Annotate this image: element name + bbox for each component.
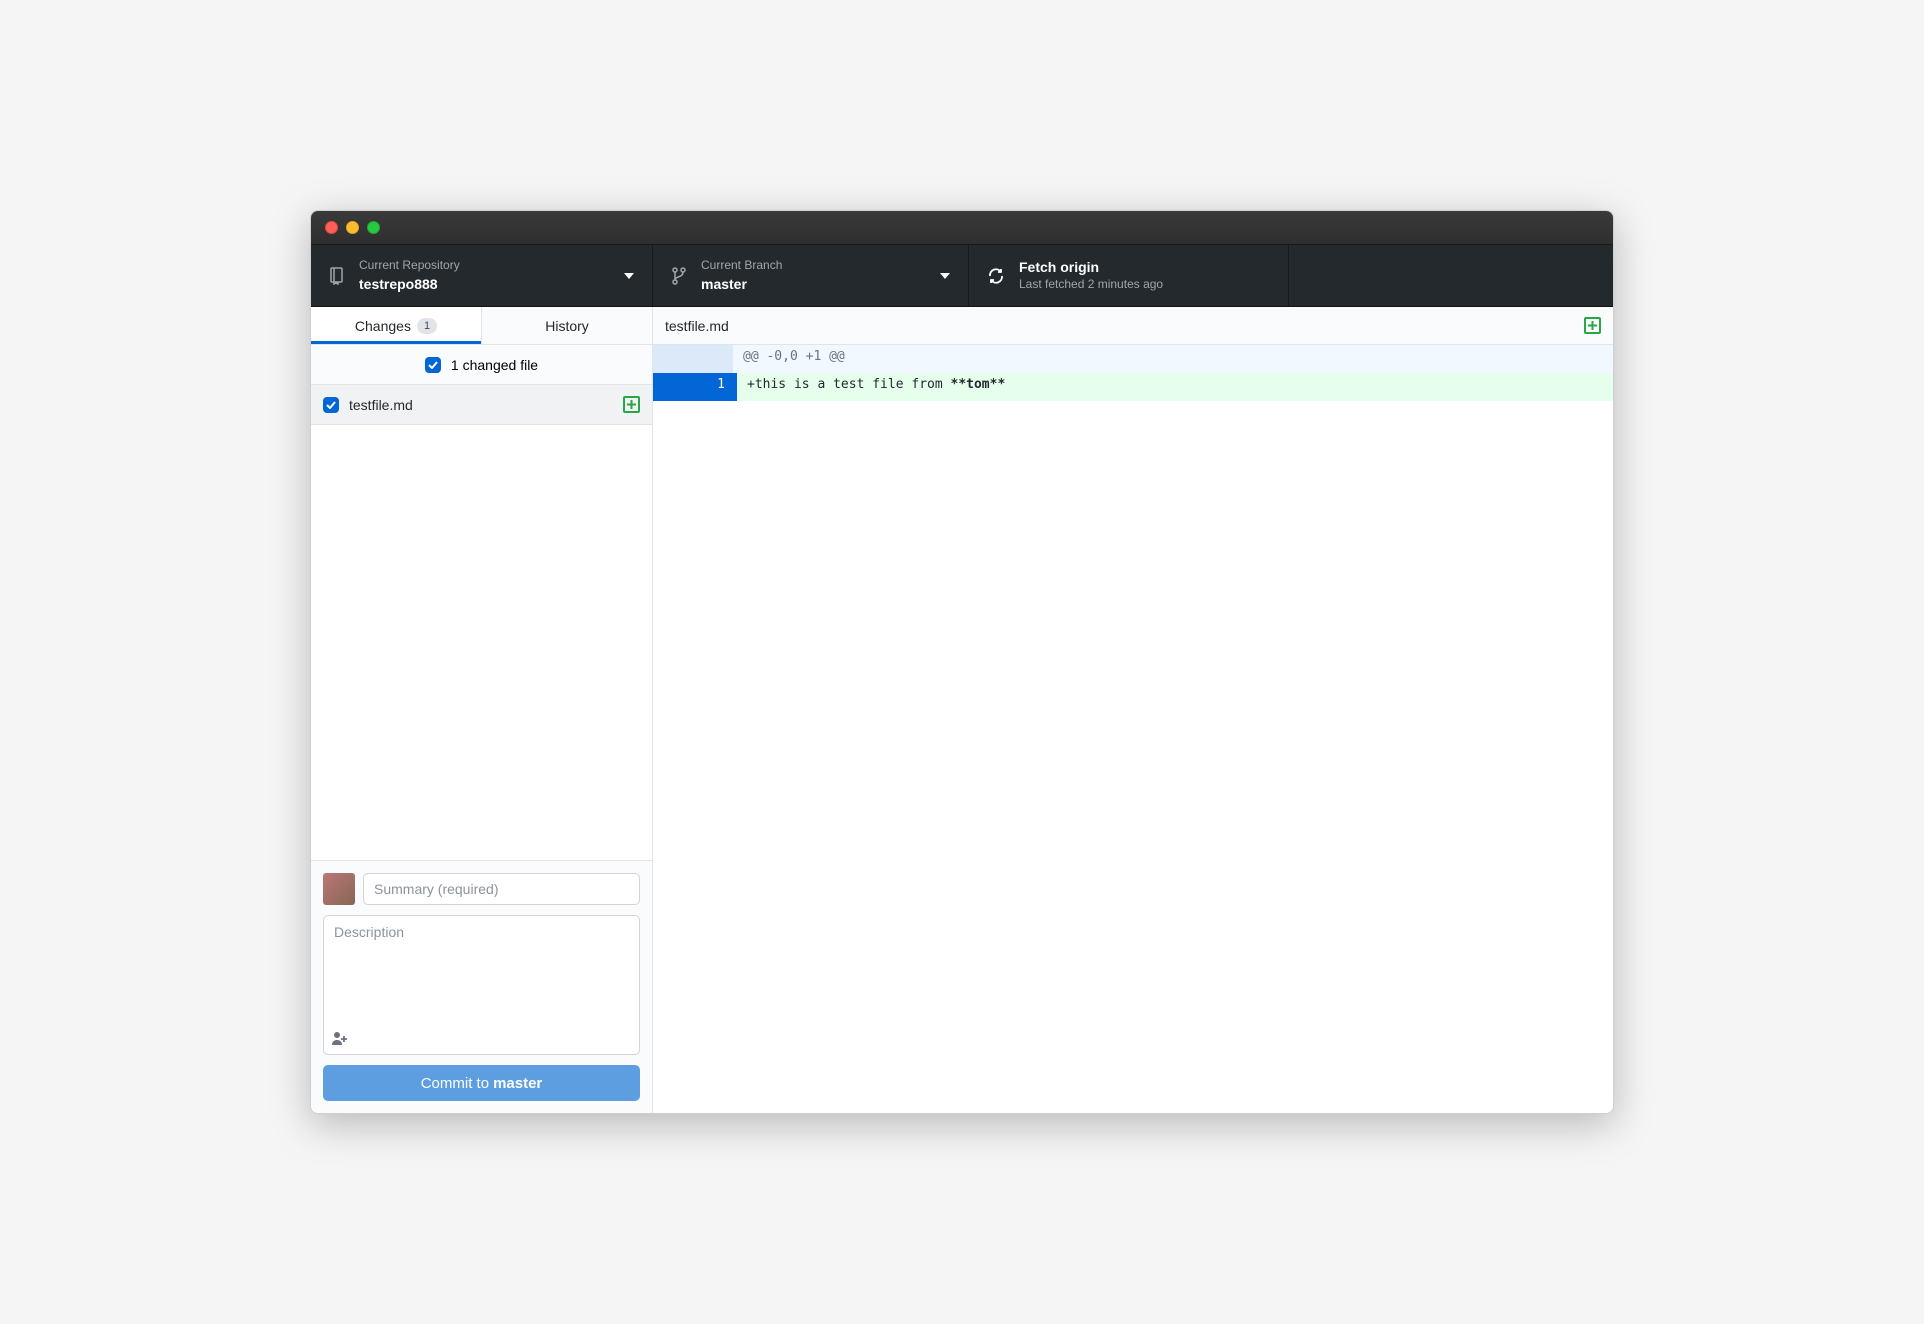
changed-files-list: testfile.md [311, 385, 652, 860]
maximize-window-button[interactable] [367, 221, 380, 234]
changes-summary-row: 1 changed file [311, 345, 652, 385]
sync-icon [987, 267, 1005, 285]
diff-hunk-header: @@ -0,0 +1 @@ [653, 345, 1613, 373]
chevron-down-icon [624, 273, 634, 279]
fetch-origin-button[interactable]: Fetch origin Last fetched 2 minutes ago [969, 245, 1289, 306]
old-line-number [653, 373, 693, 401]
window-titlebar [311, 211, 1613, 245]
diff-header: testfile.md [653, 307, 1613, 345]
branch-icon [671, 266, 687, 286]
repo-name: testrepo888 [359, 275, 460, 293]
commit-form: Commit to master [311, 860, 652, 1113]
select-all-checkbox[interactable] [425, 357, 441, 373]
repo-icon [329, 267, 345, 285]
file-name: testfile.md [349, 397, 613, 413]
diff-line-added[interactable]: 1 +this is a test file from **tom** [653, 373, 1613, 401]
added-file-icon [623, 396, 640, 413]
app-window: Current Repository testrepo888 [310, 210, 1614, 1114]
diff-body[interactable]: @@ -0,0 +1 @@ 1 +this is a test file fro… [653, 345, 1613, 1113]
fetch-status: Last fetched 2 minutes ago [1019, 277, 1163, 293]
changes-summary-text: 1 changed file [451, 357, 538, 373]
branch-dropdown[interactable]: Current Branch master [653, 245, 969, 306]
branch-name: master [701, 275, 782, 293]
commit-button[interactable]: Commit to master [323, 1065, 640, 1101]
repository-dropdown[interactable]: Current Repository testrepo888 [311, 245, 653, 306]
new-line-number: 1 [693, 373, 733, 401]
commit-description-area [323, 915, 640, 1055]
tab-history[interactable]: History [482, 307, 652, 344]
tab-changes[interactable]: Changes 1 [311, 307, 482, 344]
minimize-window-button[interactable] [346, 221, 359, 234]
close-window-button[interactable] [325, 221, 338, 234]
commit-button-branch: master [493, 1075, 542, 1092]
commit-description-input[interactable] [324, 916, 639, 1054]
commit-summary-input[interactable] [363, 873, 640, 905]
diff-pane: testfile.md @@ -0,0 +1 @@ 1 +this is a t… [653, 307, 1613, 1113]
file-checkbox[interactable] [323, 397, 339, 413]
changed-file-row[interactable]: testfile.md [311, 385, 652, 425]
sidebar-tabs: Changes 1 History [311, 307, 652, 345]
changes-count-badge: 1 [417, 318, 437, 334]
top-toolbar: Current Repository testrepo888 [311, 245, 1613, 307]
add-coauthor-icon[interactable] [332, 1031, 348, 1048]
added-file-icon [1584, 317, 1601, 334]
branch-label: Current Branch [701, 258, 782, 274]
chevron-down-icon [940, 273, 950, 279]
changes-sidebar: Changes 1 History 1 changed file [311, 307, 653, 1113]
diff-line-content: +this is a test file from **tom** [733, 373, 1613, 401]
commit-button-prefix: Commit to [421, 1075, 489, 1092]
tab-history-label: History [545, 318, 589, 334]
diff-filename: testfile.md [665, 318, 729, 334]
hunk-header-text: @@ -0,0 +1 @@ [733, 345, 1613, 373]
fetch-label: Fetch origin [1019, 258, 1163, 276]
tab-changes-label: Changes [355, 318, 411, 334]
repo-label: Current Repository [359, 258, 460, 274]
avatar [323, 873, 355, 905]
